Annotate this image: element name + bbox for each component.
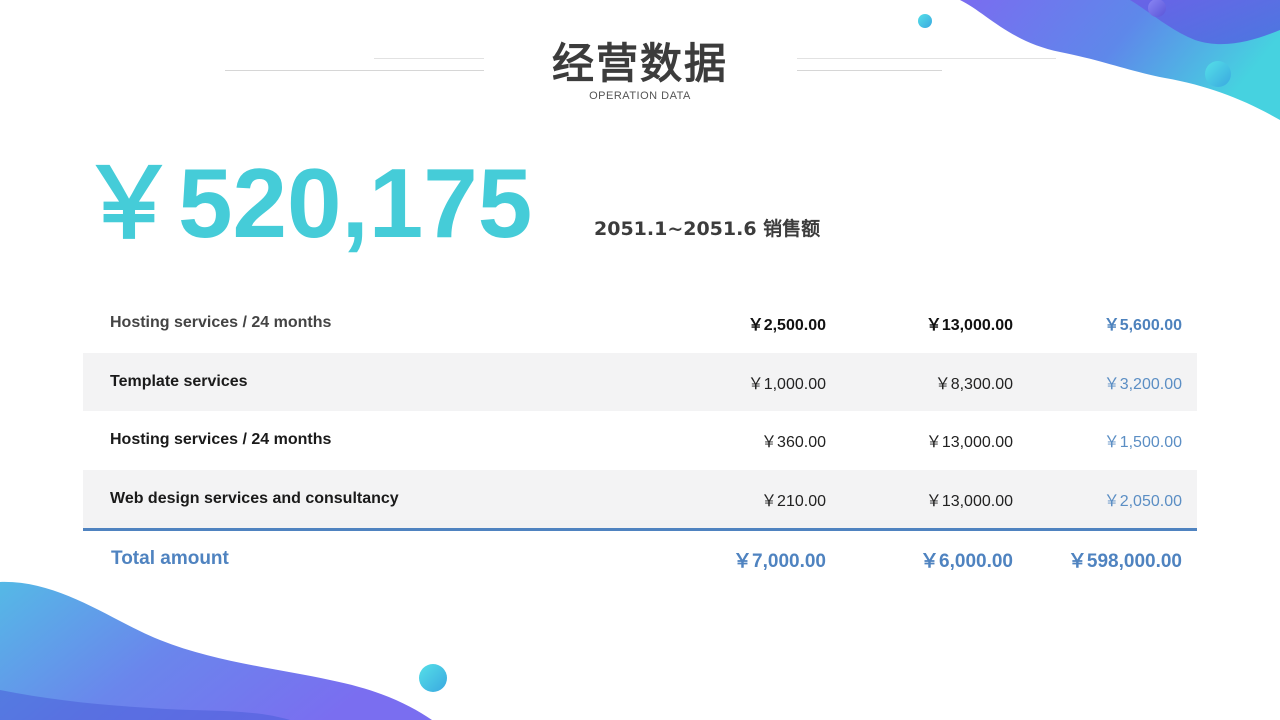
row-value-1: ￥1,000.00 bbox=[747, 375, 826, 393]
row-name: Web design services and consultancy bbox=[110, 489, 399, 507]
row-name: Hosting services / 24 months bbox=[110, 314, 332, 332]
bubble-cyan-small bbox=[918, 14, 932, 28]
row-value-3: ￥5,600.00 bbox=[1103, 317, 1182, 335]
page-title: 经营数据 bbox=[551, 39, 728, 88]
row-value-2: ￥13,000.00 bbox=[925, 492, 1013, 510]
table-row: Hosting services / 24 months ￥2,500.00 ￥… bbox=[83, 294, 1197, 353]
row-value-2: ￥8,300.00 bbox=[934, 375, 1013, 393]
table-row: Web design services and consultancy ￥210… bbox=[83, 469, 1197, 528]
row-value-2: ￥13,000.00 bbox=[925, 434, 1013, 452]
total-value-2: ￥6,000.00 bbox=[920, 550, 1013, 572]
row-value-1: ￥210.00 bbox=[761, 492, 826, 510]
row-name: Hosting services / 24 months bbox=[110, 431, 332, 449]
row-value-1: ￥2,500.00 bbox=[747, 317, 826, 335]
bubble-purple-top bbox=[1148, 0, 1166, 17]
headline-label: 2051.1~2051.6 销售额 bbox=[594, 218, 821, 240]
row-value-3: ￥3,200.00 bbox=[1103, 375, 1182, 393]
total-value-1: ￥7,000.00 bbox=[733, 550, 826, 572]
data-table: Hosting services / 24 months ￥2,500.00 ￥… bbox=[83, 294, 1197, 587]
table-row: Hosting services / 24 months ￥360.00 ￥13… bbox=[83, 411, 1197, 470]
slide: 经营数据 OPERATION DATA ￥520,175 2051.1~2051… bbox=[0, 0, 1280, 720]
page-subtitle: OPERATION DATA bbox=[589, 90, 691, 102]
row-value-3: ￥1,500.00 bbox=[1103, 434, 1182, 452]
total-row: Total amount ￥7,000.00 ￥6,000.00 ￥598,00… bbox=[83, 531, 1197, 587]
total-label: Total amount bbox=[111, 548, 229, 569]
headline-amount: ￥520,175 bbox=[80, 148, 533, 258]
table-row: Template services ￥1,000.00 ￥8,300.00 ￥3… bbox=[83, 352, 1197, 411]
bottom-left-wave-dark bbox=[0, 690, 290, 720]
row-value-3: ￥2,050.00 bbox=[1103, 492, 1182, 510]
bubble-cyan-bottom bbox=[419, 664, 447, 692]
row-value-1: ￥360.00 bbox=[761, 434, 826, 452]
row-value-2: ￥13,000.00 bbox=[925, 317, 1013, 335]
total-value-3: ￥598,000.00 bbox=[1067, 550, 1182, 572]
bottom-left-wave bbox=[0, 581, 432, 720]
row-name: Template services bbox=[110, 372, 248, 390]
